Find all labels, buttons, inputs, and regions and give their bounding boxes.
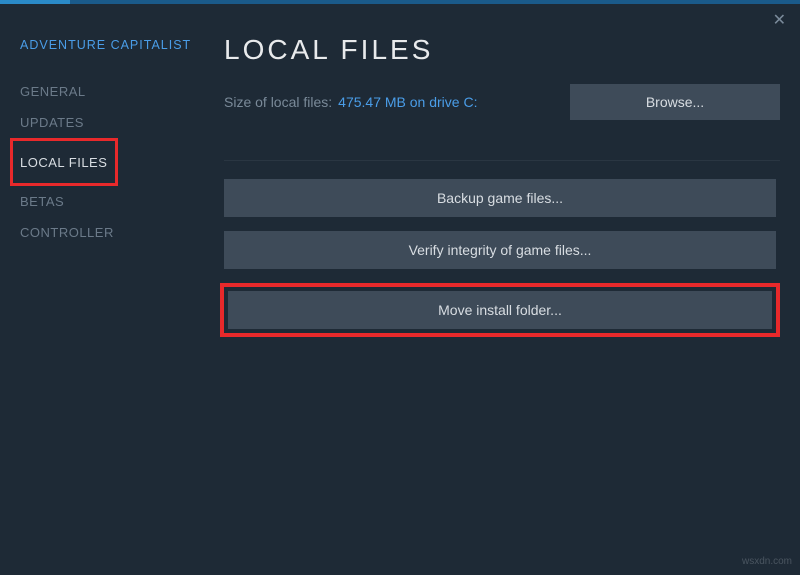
app-title: ADVENTURE CAPITALIST (20, 38, 212, 52)
sidebar-item-controller[interactable]: CONTROLLER (20, 217, 114, 248)
sidebar-item-updates[interactable]: UPDATES (20, 107, 84, 138)
main-panel: LOCAL FILES Size of local files: 475.47 … (212, 4, 800, 575)
page-title: LOCAL FILES (224, 34, 780, 66)
close-icon[interactable]: ✕ (773, 10, 786, 30)
watermark: wsxdn.com (742, 556, 792, 567)
backup-button[interactable]: Backup game files... (224, 179, 776, 217)
sidebar-item-betas[interactable]: BETAS (20, 186, 64, 217)
size-label: Size of local files: (224, 94, 332, 110)
size-value: 475.47 MB on drive C: (338, 94, 477, 110)
sidebar-item-general[interactable]: GENERAL (20, 76, 86, 107)
verify-button[interactable]: Verify integrity of game files... (224, 231, 776, 269)
sidebar-item-local-files[interactable]: LOCAL FILES (20, 147, 107, 178)
sidebar: ADVENTURE CAPITALIST GENERAL UPDATES LOC… (0, 4, 212, 575)
move-install-button[interactable]: Move install folder... (228, 291, 772, 329)
divider (224, 160, 780, 161)
browse-button[interactable]: Browse... (570, 84, 780, 120)
